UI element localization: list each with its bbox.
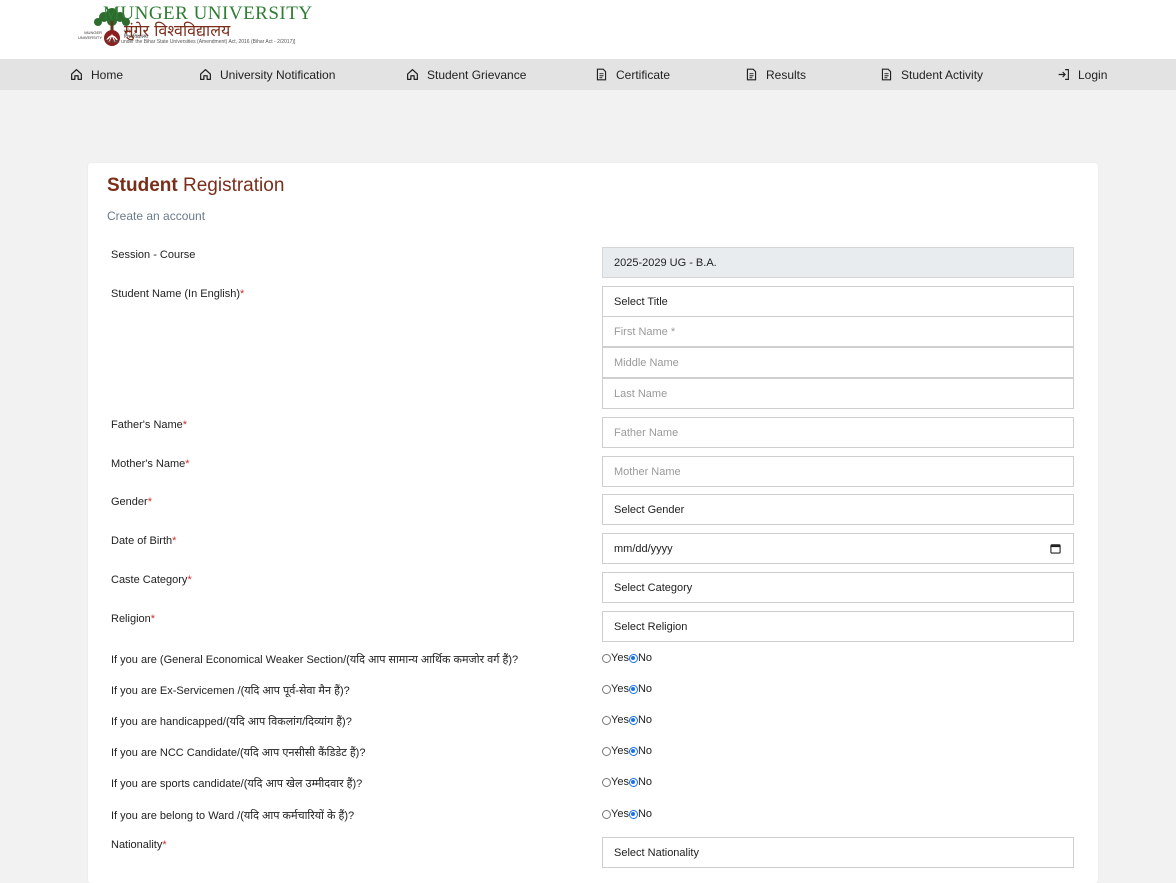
sports-yes-radio[interactable] (602, 777, 611, 787)
page-title-bold: Student (107, 175, 178, 196)
ward-no-radio[interactable] (628, 809, 638, 819)
no-label: No (637, 683, 653, 695)
home-icon (407, 69, 418, 80)
calendar-icon[interactable] (1050, 543, 1061, 554)
nav-results[interactable]: Results (745, 59, 806, 90)
yes-label: Yes (611, 745, 629, 757)
nav-student-grievance[interactable]: Student Grievance (406, 59, 526, 90)
nav-home[interactable]: Home (70, 59, 123, 90)
ward-question-label: If you are belong to Ward /(यदि आप कर्मच… (111, 810, 355, 822)
nav-student-activity[interactable]: Student Activity (880, 59, 983, 90)
site-header: MUNGER UNIVERSITY मुंगेर विश्वविद्यालय M… (0, 0, 1176, 59)
handicapped-radio-group: Yes No (602, 713, 652, 727)
home-icon (200, 69, 211, 80)
home-icon (71, 69, 82, 80)
sports-no-radio[interactable] (628, 777, 638, 787)
first-name-input[interactable]: First Name * (602, 316, 1074, 347)
nationality-label: Nationality* (111, 839, 167, 851)
ncc-question-label: If you are NCC Candidate/(यदि आप एनसीसी … (111, 747, 366, 759)
yes-label: Yes (611, 652, 629, 664)
title-select[interactable]: Select Title (602, 286, 1074, 317)
yes-label: Yes (611, 683, 629, 695)
nav-login[interactable]: Login (1057, 59, 1107, 90)
nav-results-label: Results (766, 67, 807, 82)
nav-login-label: Login (1078, 67, 1108, 82)
no-label: No (637, 714, 653, 726)
ncc-no-radio[interactable] (628, 746, 638, 756)
mother-name-input[interactable]: Mother Name (602, 456, 1074, 487)
sports-question-label: If you are sports candidate/(यदि आप खेल … (111, 778, 363, 790)
nav-certificate-label: Certificate (616, 67, 671, 82)
ews-question-label: If you are (General Economical Weaker Se… (111, 654, 519, 666)
middle-name-input[interactable]: Middle Name (602, 347, 1074, 378)
father-name-input[interactable]: Father Name (602, 417, 1074, 448)
ward-yes-radio[interactable] (602, 809, 611, 819)
ews-radio-group: Yes No (602, 651, 652, 665)
handicapped-no-radio[interactable] (628, 715, 638, 725)
nav-home-label: Home (91, 67, 124, 82)
sports-radio-group: Yes No (602, 775, 652, 789)
caste-category-select[interactable]: Select Category (602, 572, 1074, 603)
no-label: No (637, 776, 653, 788)
gender-label: Gender* (111, 496, 152, 508)
brand-name-hindi: मुंगेर विश्वविद्यालय (124, 21, 231, 40)
mother-name-label: Mother's Name* (111, 458, 190, 470)
ncc-radio-group: Yes No (602, 744, 652, 758)
student-name-label: Student Name (In English)* (111, 288, 245, 300)
nationality-select[interactable]: Select Nationality (602, 837, 1074, 868)
ex-servicemen-radio-group: Yes No (602, 682, 652, 696)
ews-no-radio[interactable] (628, 653, 638, 663)
page-title: Student Registration (107, 175, 284, 197)
ex-servicemen-yes-radio[interactable] (602, 684, 611, 694)
ews-yes-radio[interactable] (602, 653, 611, 663)
nav-student-grievance-label: Student Grievance (427, 67, 527, 82)
last-name-input[interactable]: Last Name (602, 378, 1074, 409)
document-icon (746, 68, 757, 81)
page-subtitle: Create an account (107, 209, 206, 223)
yes-label: Yes (611, 776, 629, 788)
father-name-label: Father's Name* (111, 419, 188, 431)
gender-select[interactable]: Select Gender (602, 494, 1074, 525)
nav-certificate[interactable]: Certificate (595, 59, 670, 90)
religion-label: Religion* (111, 613, 156, 625)
page-title-rest: Registration (177, 175, 285, 196)
dob-placeholder: mm/dd/yyyy (614, 542, 673, 555)
login-icon (1058, 69, 1069, 80)
ward-radio-group: Yes No (602, 807, 652, 821)
dob-label: Date of Birth* (111, 535, 177, 547)
yes-label: Yes (611, 714, 629, 726)
nav-university-notification-label: University Notification (220, 67, 336, 82)
ncc-yes-radio[interactable] (602, 746, 611, 756)
dob-input[interactable]: mm/dd/yyyy (602, 533, 1074, 564)
handicapped-yes-radio[interactable] (602, 715, 611, 725)
ex-servicemen-no-radio[interactable] (628, 684, 638, 694)
yes-label: Yes (611, 808, 629, 820)
caste-category-label: Caste Category* (111, 574, 192, 586)
no-label: No (637, 745, 653, 757)
session-course-field: 2025-2029 UG - B.A. (602, 247, 1074, 278)
religion-select[interactable]: Select Religion (602, 611, 1074, 642)
no-label: No (637, 652, 653, 664)
nav-university-notification[interactable]: University Notification (199, 59, 335, 90)
seal-text-left: MUNGER UNIVERSITY (77, 30, 102, 40)
document-icon (881, 68, 892, 81)
brand-subtitle: [Estd. under the Bihar State Universitie… (107, 39, 296, 45)
handicapped-question-label: If you are handicapped/(यदि आप विकलांग/द… (111, 716, 352, 728)
ex-servicemen-question-label: If you are Ex-Servicemen /(यदि आप पूर्व-… (111, 685, 350, 697)
nav-student-activity-label: Student Activity (901, 67, 984, 82)
document-icon (596, 68, 607, 81)
main-nav: Home University Notification Student Gri… (0, 59, 1176, 90)
no-label: No (637, 808, 653, 820)
session-course-label: Session - Course (111, 249, 196, 261)
